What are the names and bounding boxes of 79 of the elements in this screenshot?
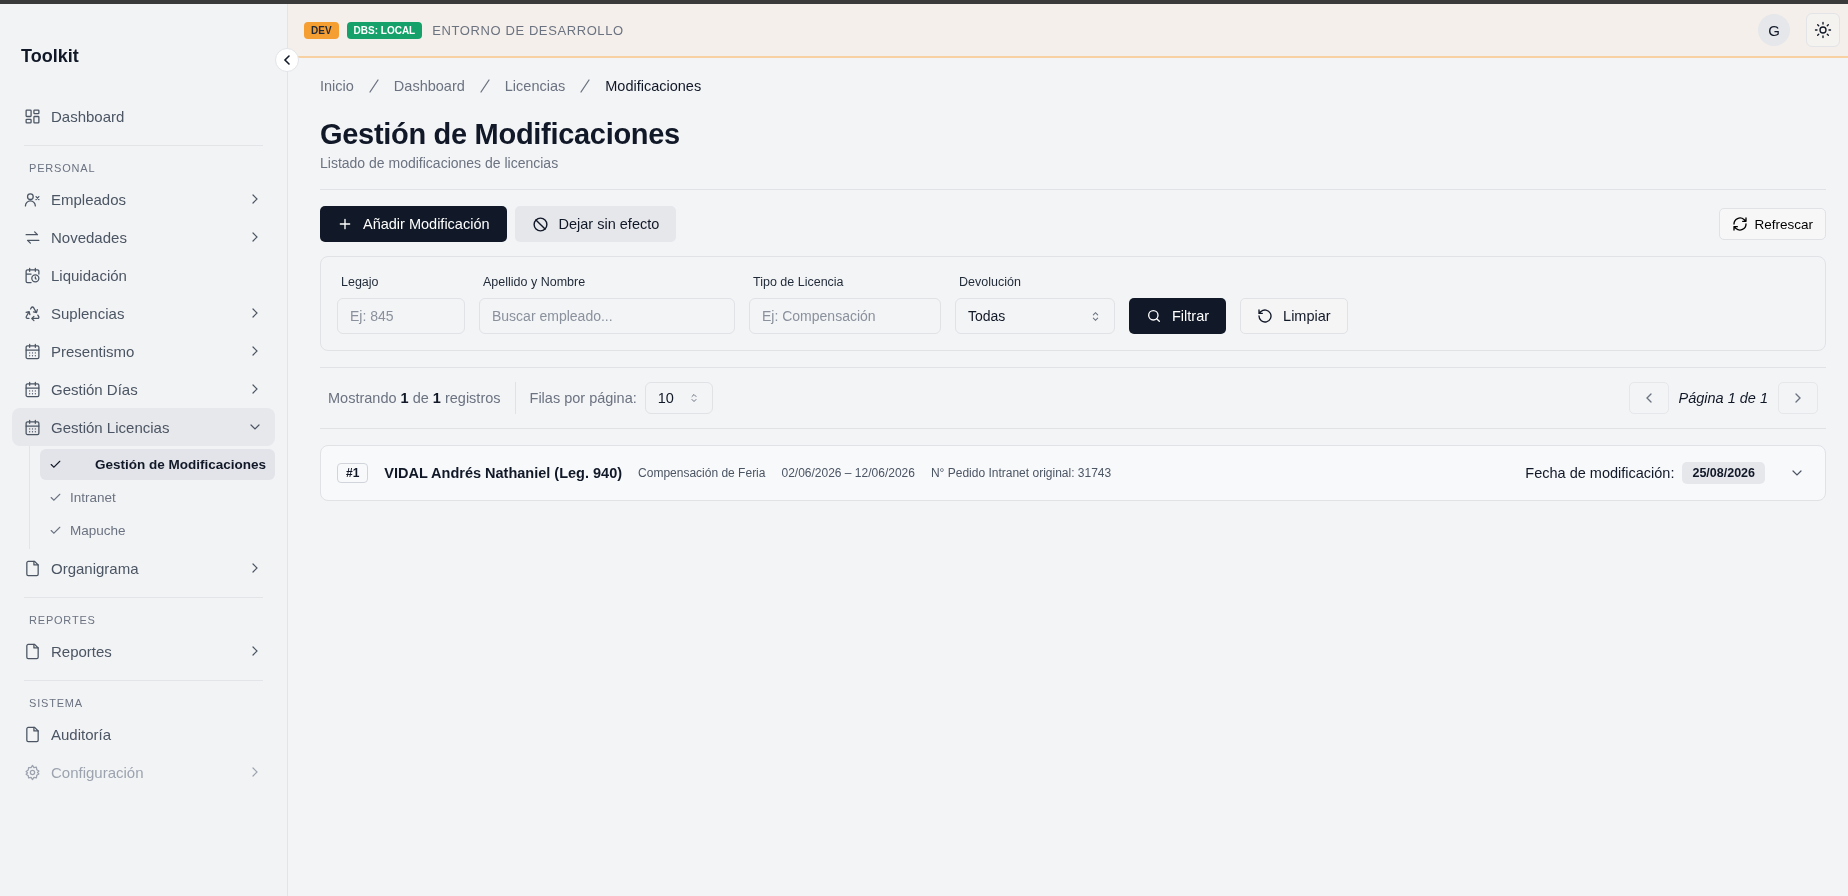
nav-item[interactable]: Organigrama (12, 549, 275, 587)
section-heading: REPORTES (28, 613, 97, 628)
nav-item[interactable]: Liquidación (12, 256, 275, 294)
slash-icon (478, 78, 491, 94)
users-icon (24, 190, 41, 208)
nav-item[interactable]: Dashboard (12, 97, 275, 135)
add-button[interactable]: Añadir Modificación (320, 206, 507, 242)
modification-date-label: Fecha de modificación: (1525, 465, 1675, 481)
calendar-icon (24, 342, 41, 360)
cancel-effect-button[interactable]: Dejar sin efecto (514, 206, 677, 242)
section-heading: SISTEMA (28, 696, 84, 711)
collapse-sidebar-button[interactable] (275, 48, 299, 72)
breadcrumb-link[interactable]: Dashboard (393, 78, 465, 94)
submenu-item[interactable]: Intranet (40, 482, 275, 513)
date-range: 02/06/2026 – 12/06/2026 (781, 466, 915, 480)
input-field[interactable]: Ej: 845 (337, 298, 465, 334)
filter-button[interactable]: Filtrar (1129, 298, 1227, 334)
nav-item[interactable]: Novedades (12, 218, 275, 256)
reset-icon (1257, 308, 1274, 324)
section-heading: PERSONAL (28, 161, 97, 176)
employee-name: VIDAL Andrés Nathaniel (Leg. 940) (384, 465, 623, 481)
recycle-icon (24, 304, 41, 322)
environment-label: ENTORNO DE DESARROLLO (432, 22, 624, 38)
plus-icon (337, 216, 353, 232)
page-title: Gestión de Modificaciones (320, 118, 681, 151)
field-label: Apellido y Nombre (482, 275, 587, 289)
file-icon (24, 642, 41, 660)
page-subtitle: Listado de modificaciones de licencias (320, 155, 560, 171)
nav-item[interactable]: Suplencias (12, 294, 275, 332)
user-avatar[interactable]: G (1758, 14, 1790, 46)
select-field[interactable]: Todas (955, 298, 1115, 334)
breadcrumb-current: Modificaciones (605, 78, 702, 94)
environment-badge: DBS: LOCAL (346, 21, 423, 39)
gear-icon (24, 763, 41, 781)
page-indicator: Página 1 de 1 (1678, 390, 1768, 406)
calendar-icon (24, 380, 41, 398)
record-card[interactable]: #1 VIDAL Andrés Nathaniel (Leg. 940) Compensación de Feria 02/06/2026 – 12/06/2026 N° Pedido Intranet original: 31743 Fecha de modificación: 25/08/2026 (320, 445, 1826, 501)
calendar-icon (24, 418, 41, 436)
grid-icon (24, 107, 41, 125)
file-icon (24, 559, 41, 577)
record-count: Mostrando 1 de 1 registros (328, 390, 501, 406)
environment-badge: DEV (304, 21, 339, 39)
check-icon (49, 458, 62, 471)
modification-date: 25/08/2026 (1682, 462, 1765, 484)
refresh-button[interactable]: Refrescar (1719, 208, 1826, 240)
slash-icon (579, 78, 592, 94)
search-icon (1146, 308, 1162, 324)
app-title: Toolkit (20, 45, 80, 68)
slash-icon (367, 78, 380, 94)
nav-item[interactable]: Gestión Días (12, 370, 275, 408)
nav-item[interactable]: Gestión Licencias (12, 408, 275, 446)
input-field[interactable]: Ej: Compensación (749, 298, 941, 334)
field-label: Tipo de Licencia (752, 275, 845, 289)
clear-button[interactable]: Limpiar (1240, 298, 1348, 334)
breadcrumb-link[interactable]: Inicio (320, 78, 354, 94)
nav-item[interactable]: Reportes (12, 632, 275, 670)
breadcrumb-link[interactable]: Licencias (504, 78, 566, 94)
arrows-icon (24, 228, 41, 246)
rows-per-page-select[interactable]: 10 (644, 382, 713, 414)
nav-item[interactable]: Auditoría (12, 715, 275, 753)
nav-item[interactable]: Empleados (12, 180, 275, 218)
calendar-clock-icon (24, 266, 41, 284)
nav-item[interactable]: Presentismo (12, 332, 275, 370)
input-field[interactable]: Buscar empleado... (479, 298, 735, 334)
check-icon (49, 524, 62, 537)
record-number: #1 (337, 463, 369, 483)
submenu-item[interactable]: Gestión de Modificaciones (40, 449, 275, 480)
order-number: N° Pedido Intranet original: 31743 (930, 466, 1112, 480)
prohibited-icon (531, 215, 549, 233)
sun-icon (1814, 21, 1832, 39)
file-icon (24, 725, 41, 743)
refresh-icon (1732, 216, 1749, 232)
theme-toggle-button[interactable] (1806, 13, 1840, 47)
license-type: Compensación de Feria (638, 466, 766, 480)
rows-per-page-label: Filas por página: (529, 390, 637, 406)
field-label: Devolución (958, 275, 1022, 289)
field-label: Legajo (340, 275, 380, 289)
submenu-item[interactable]: Mapuche (40, 515, 275, 546)
check-icon (49, 491, 62, 504)
